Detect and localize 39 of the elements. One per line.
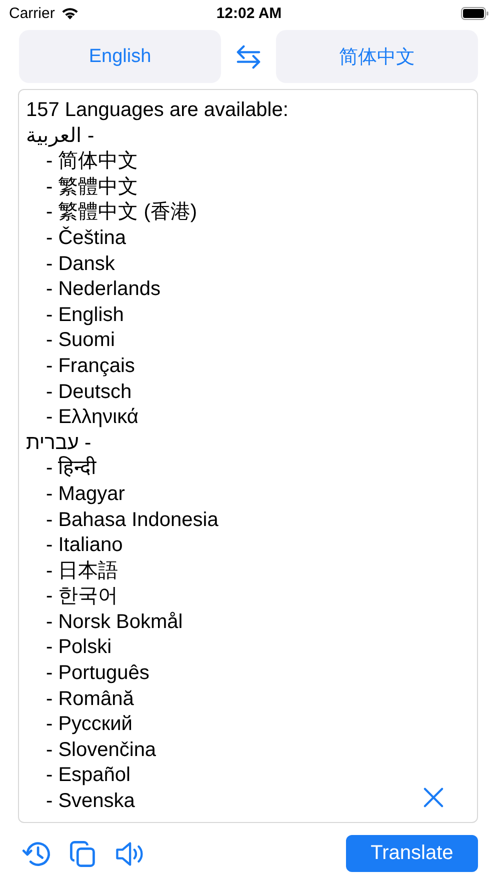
language-line: - 日本語 — [46, 558, 118, 584]
language-line: - Norsk Bokmål — [46, 610, 183, 635]
language-line: - 繁體中文 (香港) — [46, 200, 198, 226]
language-line: - Español — [46, 763, 130, 788]
language-line: - Dansk — [46, 252, 115, 277]
clock-time: 12:02 AM — [216, 4, 282, 22]
language-line: - English — [46, 302, 124, 328]
language-line: - हिन्दी — [46, 456, 96, 482]
language-line: - 한국어 — [46, 584, 118, 610]
source-language-button[interactable]: English — [19, 30, 221, 83]
language-line: - Français — [46, 354, 135, 379]
close-icon[interactable] — [423, 787, 444, 808]
language-line: - العربية — [26, 124, 94, 149]
swap-icon[interactable] — [235, 44, 262, 70]
language-line: - Suomi — [46, 328, 115, 354]
language-line: - Svenska — [46, 789, 135, 814]
language-line: - Română — [46, 686, 134, 712]
copy-icon[interactable] — [68, 838, 98, 868]
language-line: - עברית — [26, 430, 92, 456]
language-line: - Čeština — [46, 226, 126, 251]
language-line: - Русский — [46, 712, 132, 738]
language-line: - Polski — [46, 635, 112, 660]
language-line: - Nederlands — [46, 277, 161, 302]
text-view[interactable] — [18, 89, 478, 823]
translate-button[interactable]: Translate — [346, 835, 478, 872]
target-language-button[interactable]: 简体中文 — [276, 30, 478, 83]
language-line: - Italiano — [46, 533, 123, 558]
carrier-label: Carrier — [9, 4, 55, 22]
language-line: - Português — [46, 661, 150, 686]
language-line: - Deutsch — [46, 380, 132, 405]
heading-text: 157 Languages are available: — [26, 98, 288, 123]
battery-icon — [461, 6, 489, 20]
wifi-icon — [60, 6, 79, 20]
language-line: - Slovenčina — [46, 738, 156, 763]
language-line: - 繁體中文 — [46, 174, 138, 200]
language-line: - Ελληνικά — [46, 405, 138, 430]
language-line: - Magyar — [46, 482, 125, 507]
language-line: - 简体中文 — [46, 149, 138, 174]
language-line: - Bahasa Indonesia — [46, 508, 218, 532]
